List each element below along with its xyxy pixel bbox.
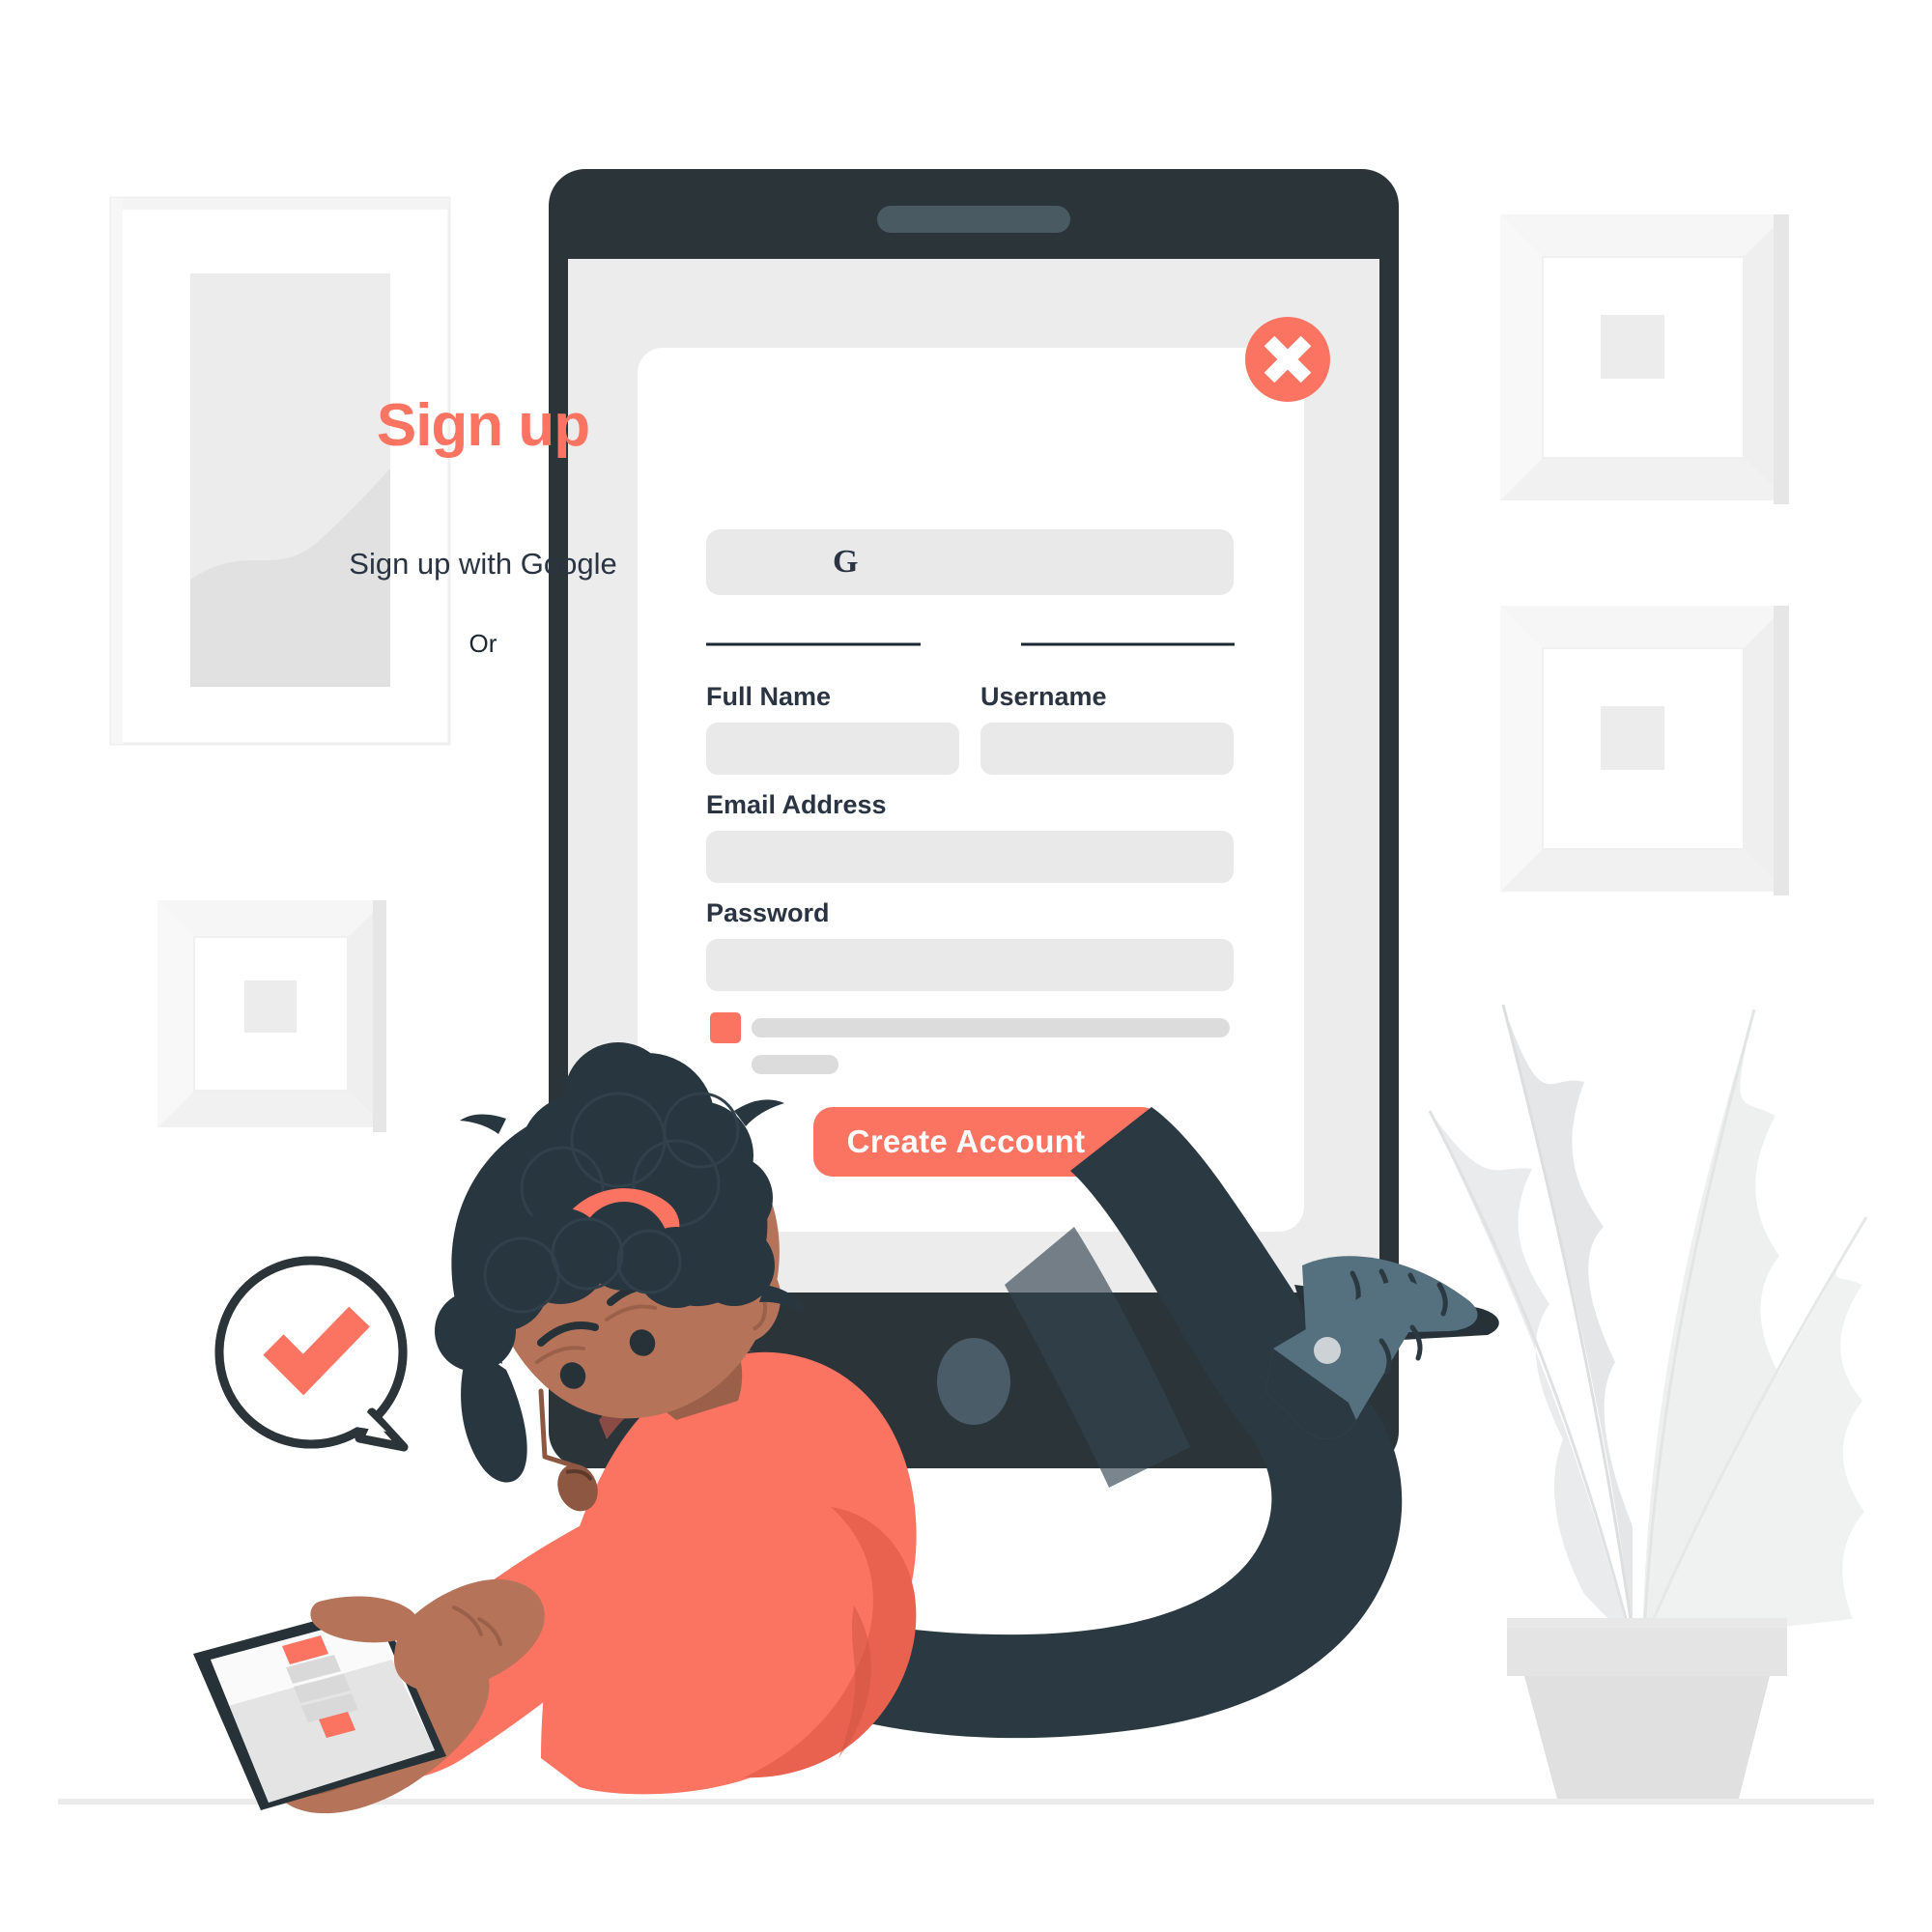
full-name-label: Full Name	[706, 682, 832, 711]
page-title: Sign up	[376, 392, 590, 459]
terms-text-line-1	[752, 1018, 1230, 1037]
divider-label: Or	[469, 629, 497, 658]
terms-text-line-2	[752, 1055, 838, 1074]
tablet-speaker	[877, 206, 1070, 233]
frame-large-left	[109, 196, 451, 746]
frame-small-left	[157, 900, 386, 1132]
frame-top-right	[1500, 214, 1789, 504]
google-signup-label: Sign up with Google	[349, 547, 617, 581]
terms-checkbox[interactable]	[710, 1012, 741, 1043]
illustration-canvas: Sign up G Sign up with Google Or Full Na…	[0, 0, 1932, 1932]
tablet-home-button[interactable]	[937, 1338, 1010, 1425]
password-label: Password	[706, 898, 830, 927]
password-input[interactable]	[706, 939, 1234, 991]
create-account-label: Create Account	[846, 1123, 1086, 1159]
email-address-input[interactable]	[706, 831, 1234, 883]
email-address-label: Email Address	[706, 790, 887, 819]
full-name-input[interactable]	[706, 723, 959, 775]
username-input[interactable]	[980, 723, 1234, 775]
success-speech-bubble	[214, 1256, 409, 1452]
frame-bottom-right	[1500, 606, 1789, 895]
close-button[interactable]	[1245, 317, 1330, 402]
username-label: Username	[980, 682, 1107, 711]
illustration-svg	[0, 0, 1932, 1932]
